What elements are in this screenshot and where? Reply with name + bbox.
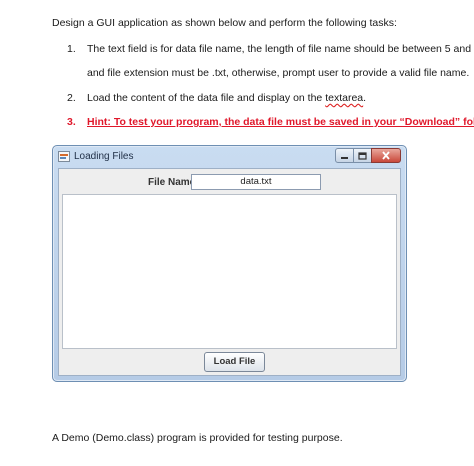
close-icon [382,151,390,160]
item-1-number: 1. [67,43,76,55]
item-2-text: Load the content of the data file and di… [87,92,366,105]
item-3-number: 3. [67,116,76,128]
item-2-text-after: . [363,92,367,104]
item-1-line-2: and file extension must be .txt, otherwi… [87,67,470,79]
intro-text: Design a GUI application as shown below … [52,17,397,29]
item-3-hint-text: Hint: To test your program, the data fil… [87,116,474,128]
footer-text: A Demo (Demo.class) program is provided … [52,432,343,444]
maximize-icon [358,151,367,160]
window-title-bar[interactable]: Loading Files [53,146,406,168]
loading-files-window: Loading Files File Name: data.txt Load F… [52,145,407,382]
file-content-textarea[interactable] [62,194,397,349]
item-2-textarea-word: textarea [325,92,364,104]
item-2-number: 2. [67,92,76,104]
window-title: Loading Files [74,151,134,162]
item-1-line-1: The text field is for data file name, th… [87,43,474,55]
window-content: File Name: data.txt Load File [58,168,401,376]
file-name-input[interactable]: data.txt [191,174,321,190]
load-file-button[interactable]: Load File [204,352,265,372]
minimize-icon [341,157,348,159]
close-button[interactable] [371,148,401,163]
minimize-button[interactable] [335,148,354,163]
window-controls [335,148,401,163]
java-app-icon [58,151,70,162]
maximize-button[interactable] [353,148,372,163]
item-2-text-before: Load the content of the data file and di… [87,92,326,104]
